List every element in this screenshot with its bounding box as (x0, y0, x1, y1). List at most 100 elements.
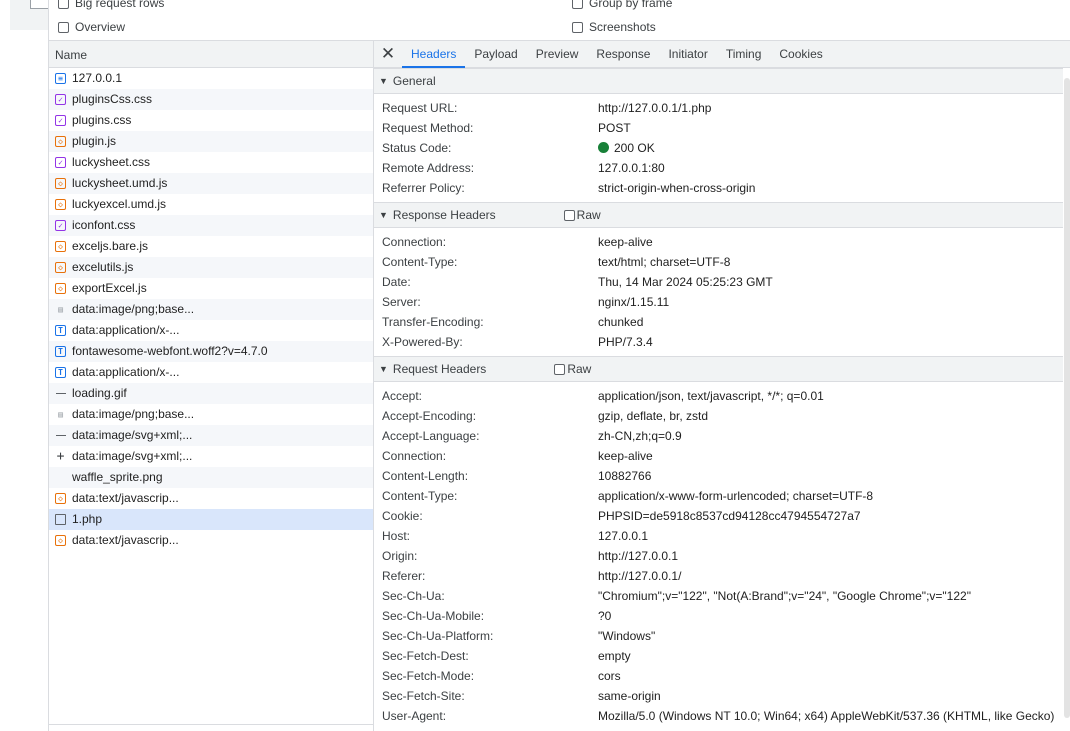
script-icon: ◇ (55, 241, 66, 252)
request-name: luckyexcel.umd.js (72, 197, 167, 211)
request-row[interactable]: waffle_sprite.png (49, 467, 373, 488)
tab-cookies[interactable]: Cookies (770, 41, 831, 68)
header-row: Request Method: POST (374, 118, 1070, 138)
header-value: PHPSID=de5918c8537cd94128cc4794554727a7 (598, 509, 861, 523)
header-value: gzip, deflate, br, zstd (598, 409, 709, 423)
request-row[interactable]: ◇ exceljs.bare.js (49, 236, 373, 257)
header-key: Request Method: (382, 121, 474, 135)
request-row[interactable]: ✓ luckysheet.css (49, 152, 373, 173)
tab-response[interactable]: Response (587, 41, 659, 68)
response-raw-checkbox[interactable] (563, 209, 575, 221)
header-value: nginx/1.15.11 (598, 295, 670, 309)
response-headers-section-header[interactable]: ▼ Response Headers Raw (374, 202, 1070, 228)
header-row: Sec-Ch-Ua: "Chromium";v="122", "Not(A:Bra… (374, 586, 1070, 606)
header-row: Request URL: http://127.0.0.1/1.php (374, 98, 1070, 118)
tab-timing[interactable]: Timing (717, 41, 771, 68)
overview-option[interactable]: Overview (58, 20, 125, 34)
request-headers-title: Request Headers (392, 362, 487, 376)
request-row[interactable]: ✓ pluginsCss.css (49, 89, 373, 110)
request-headers-section-header[interactable]: ▼ Request Headers Raw (374, 356, 1070, 382)
request-row[interactable]: Tdata:application/x-... (49, 320, 373, 341)
header-value: "Chromium";v="122", "Not(A:Brand";v="24"… (598, 589, 971, 603)
header-row: Transfer-Encoding: chunked (374, 312, 1070, 332)
header-value: ?0 (598, 609, 612, 623)
header-key: Accept-Encoding: (382, 409, 477, 423)
general-section: Request URL: http://127.0.0.1/1.php Reques… (374, 94, 1070, 202)
stylesheet-icon: ✓ (55, 115, 66, 126)
overview-checkbox[interactable] (58, 21, 69, 33)
general-section-header[interactable]: ▼ General (374, 68, 1070, 94)
header-row: Host: 127.0.0.1 (374, 526, 1070, 546)
request-row[interactable]: ▤ data:image/png;base... (49, 299, 373, 320)
header-key: Connection: (382, 449, 447, 463)
header-row: X-Powered-By: PHP/7.3.4 (374, 332, 1070, 352)
scrollbar-thumb[interactable] (1064, 78, 1070, 718)
group-by-frame-checkbox[interactable] (572, 0, 583, 9)
request-raw-checkbox[interactable] (554, 363, 566, 375)
request-name: data:image/svg+xml;... (72, 449, 193, 463)
left-gutter (0, 0, 50, 731)
detail-tabs: ✕ Headers Payload Preview Response Initi… (374, 40, 1070, 68)
request-raw-toggle[interactable]: Raw (554, 356, 591, 382)
header-row: Sec-Fetch-Dest: empty (374, 646, 1070, 666)
name-column-header[interactable]: Name (49, 40, 373, 68)
header-value: keep-alive (598, 235, 653, 249)
tab-initiator[interactable]: Initiator (659, 41, 716, 68)
header-value: empty (598, 649, 631, 663)
status-text: 200 OK (614, 141, 655, 155)
request-raw-label: Raw (567, 362, 592, 376)
screenshots-option[interactable]: Screenshots (572, 20, 656, 34)
request-row[interactable]: ◇ excelutils.js (49, 257, 373, 278)
screenshots-checkbox[interactable] (572, 21, 583, 33)
header-key: Sec-Ch-Ua: (382, 589, 445, 603)
tab-headers[interactable]: Headers (402, 41, 466, 68)
header-key: Referrer Policy: (382, 181, 465, 195)
blank-icon (55, 472, 66, 483)
header-value: keep-alive (598, 449, 653, 463)
request-row[interactable]: 1.php (49, 509, 373, 530)
request-name: exceljs.bare.js (72, 239, 149, 253)
header-value: 127.0.0.1 (598, 529, 649, 543)
header-key: User-Agent: (382, 709, 447, 723)
header-row: Accept-Language: zh-CN,zh;q=0.9 (374, 426, 1070, 446)
header-value: http://127.0.0.1/ (598, 569, 682, 583)
header-row: Referer: http://127.0.0.1/ (374, 566, 1070, 586)
header-row: Sec-Ch-Ua-Platform: "Windows" (374, 626, 1070, 646)
tab-payload[interactable]: Payload (465, 41, 526, 68)
request-row[interactable]: ◇ data:text/javascrip... (49, 488, 373, 509)
header-row: Server: nginx/1.15.11 (374, 292, 1070, 312)
request-row[interactable]: ◇ exportExcel.js (49, 278, 373, 299)
response-raw-toggle[interactable]: Raw (563, 202, 601, 228)
request-name: fontawesome-webfont.woff2?v=4.7.0 (72, 344, 268, 358)
request-row[interactable]: ✓ plugins.css (49, 110, 373, 131)
request-row[interactable]: data:image/svg+xml;... (49, 425, 373, 446)
request-row[interactable]: Tdata:application/x-... (49, 362, 373, 383)
document-icon: ≡ (55, 73, 66, 84)
detail-scrollbar[interactable] (1063, 68, 1070, 731)
header-value: POST (598, 121, 631, 135)
close-icon[interactable]: ✕ (374, 44, 402, 64)
request-row[interactable]: Tfontawesome-webfont.woff2?v=4.7.0 (49, 341, 373, 362)
header-row: Sec-Fetch-Mode: cors (374, 666, 1070, 686)
request-name: exportExcel.js (72, 281, 147, 295)
script-icon: ◇ (55, 178, 66, 189)
request-row[interactable]: loading.gif (49, 383, 373, 404)
request-row[interactable]: ◇ luckysheet.umd.js (49, 173, 373, 194)
request-row[interactable]: ◇ plugin.js (49, 131, 373, 152)
request-row[interactable]: ≡ 127.0.0.1 (49, 68, 373, 89)
big-request-rows-option[interactable]: Big request rows (58, 0, 164, 10)
page-button-stub[interactable] (30, 0, 50, 9)
header-value: http://127.0.0.1 (598, 549, 679, 563)
header-value: http://127.0.0.1/1.php (598, 101, 712, 115)
script-icon: ◇ (55, 199, 66, 210)
header-row: Accept: application/json, text/javascript… (374, 386, 1070, 406)
request-row[interactable]: + data:image/svg+xml;... (49, 446, 373, 467)
request-row[interactable]: ◇ data:text/javascrip... (49, 530, 373, 551)
big-request-rows-checkbox[interactable] (58, 0, 69, 9)
tab-preview[interactable]: Preview (527, 41, 588, 68)
request-row[interactable]: ▤ data:image/png;base... (49, 404, 373, 425)
group-by-frame-option[interactable]: Group by frame (572, 0, 672, 10)
font-icon: T (55, 346, 66, 357)
request-row[interactable]: ◇ luckyexcel.umd.js (49, 194, 373, 215)
request-row[interactable]: ✓ iconfont.css (49, 215, 373, 236)
